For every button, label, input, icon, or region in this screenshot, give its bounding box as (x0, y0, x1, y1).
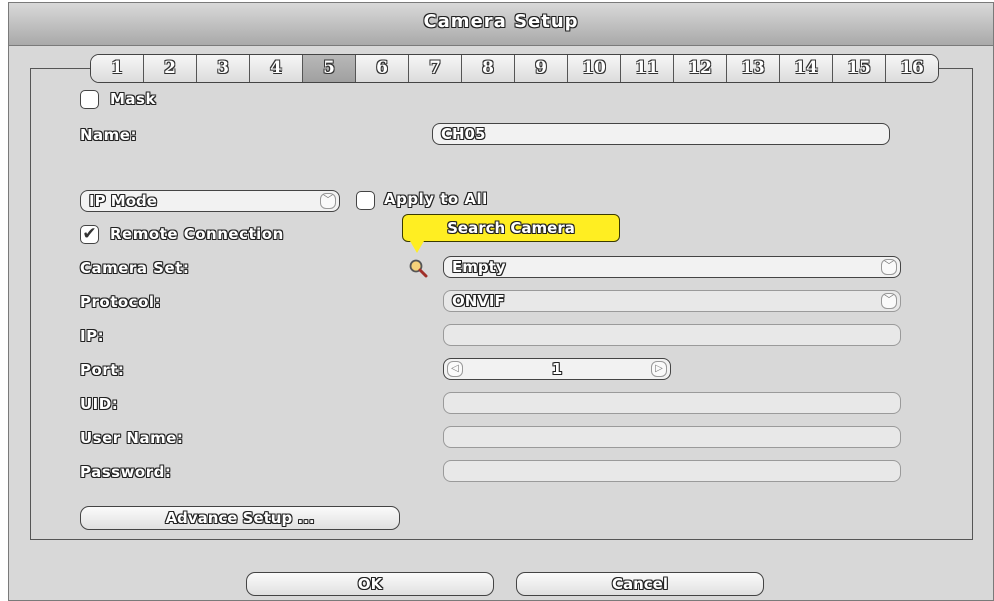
mask-checkbox[interactable] (80, 90, 99, 109)
checkmark-icon: ✔ (82, 224, 97, 244)
camera-set-value: Empty (452, 258, 506, 276)
ip-label: IP: (80, 327, 105, 345)
tab-channel-5[interactable]: 5 (303, 55, 356, 82)
camera-set-select[interactable]: Empty ﹀ (443, 256, 901, 278)
tab-channel-12[interactable]: 12 (674, 55, 727, 82)
advance-setup-button[interactable]: Advance Setup ... (80, 506, 400, 530)
tab-channel-15[interactable]: 15 (833, 55, 886, 82)
tab-channel-6[interactable]: 6 (356, 55, 409, 82)
password-input[interactable] (443, 460, 901, 482)
tab-channel-13[interactable]: 13 (727, 55, 780, 82)
chevron-down-icon: ﹀ (881, 259, 897, 275)
chevron-down-icon: ﹀ (881, 293, 897, 309)
name-input[interactable]: CH05 (432, 123, 890, 145)
tab-channel-2[interactable]: 2 (144, 55, 197, 82)
search-camera-tooltip: Search Camera (402, 214, 620, 242)
chevron-down-icon: ﹀ (320, 193, 336, 209)
ok-button[interactable]: OK (246, 572, 494, 596)
magnifier-icon[interactable] (408, 258, 428, 278)
apply-all-checkbox[interactable] (356, 191, 375, 210)
cancel-button[interactable]: Cancel (516, 572, 764, 596)
port-value: 1 (551, 360, 563, 378)
ip-input[interactable] (443, 324, 901, 346)
channel-tabs: 1 2 3 4 5 6 7 8 9 10 11 12 13 14 15 16 (90, 54, 939, 83)
protocol-select[interactable]: ONVIF ﹀ (443, 290, 901, 312)
mask-label: Mask (110, 90, 156, 108)
tab-channel-3[interactable]: 3 (197, 55, 250, 82)
camera-set-label: Camera Set: (80, 259, 190, 277)
tab-channel-10[interactable]: 10 (568, 55, 621, 82)
tab-channel-14[interactable]: 14 (780, 55, 833, 82)
tab-channel-11[interactable]: 11 (621, 55, 674, 82)
tab-channel-1[interactable]: 1 (91, 55, 144, 82)
mode-select-value: IP Mode (89, 192, 157, 210)
tab-channel-4[interactable]: 4 (250, 55, 303, 82)
uid-label: UID: (80, 395, 119, 413)
tab-channel-8[interactable]: 8 (462, 55, 515, 82)
remote-connection-label: Remote Connection (110, 225, 284, 243)
user-name-label: User Name: (80, 429, 184, 447)
tab-channel-16[interactable]: 16 (886, 55, 938, 82)
name-label: Name: (80, 126, 137, 144)
window-title: Camera Setup (423, 11, 579, 32)
uid-input[interactable] (443, 392, 901, 414)
tab-channel-9[interactable]: 9 (515, 55, 568, 82)
tab-channel-7[interactable]: 7 (409, 55, 462, 82)
password-label: Password: (80, 463, 172, 481)
protocol-value: ONVIF (452, 292, 505, 310)
port-stepper[interactable]: ◁ 1 ▷ (443, 358, 671, 380)
title-bar: Camera Setup (9, 3, 993, 46)
tooltip-tail (410, 241, 424, 253)
step-right-icon[interactable]: ▷ (651, 361, 667, 377)
mode-select[interactable]: IP Mode ﹀ (80, 190, 340, 212)
protocol-label: Protocol: (80, 293, 162, 311)
user-name-input[interactable] (443, 426, 901, 448)
port-label: Port: (80, 361, 125, 379)
apply-all-label: Apply to All (384, 190, 488, 208)
remote-connection-checkbox[interactable]: ✔ (80, 225, 99, 244)
name-value: CH05 (441, 125, 486, 143)
